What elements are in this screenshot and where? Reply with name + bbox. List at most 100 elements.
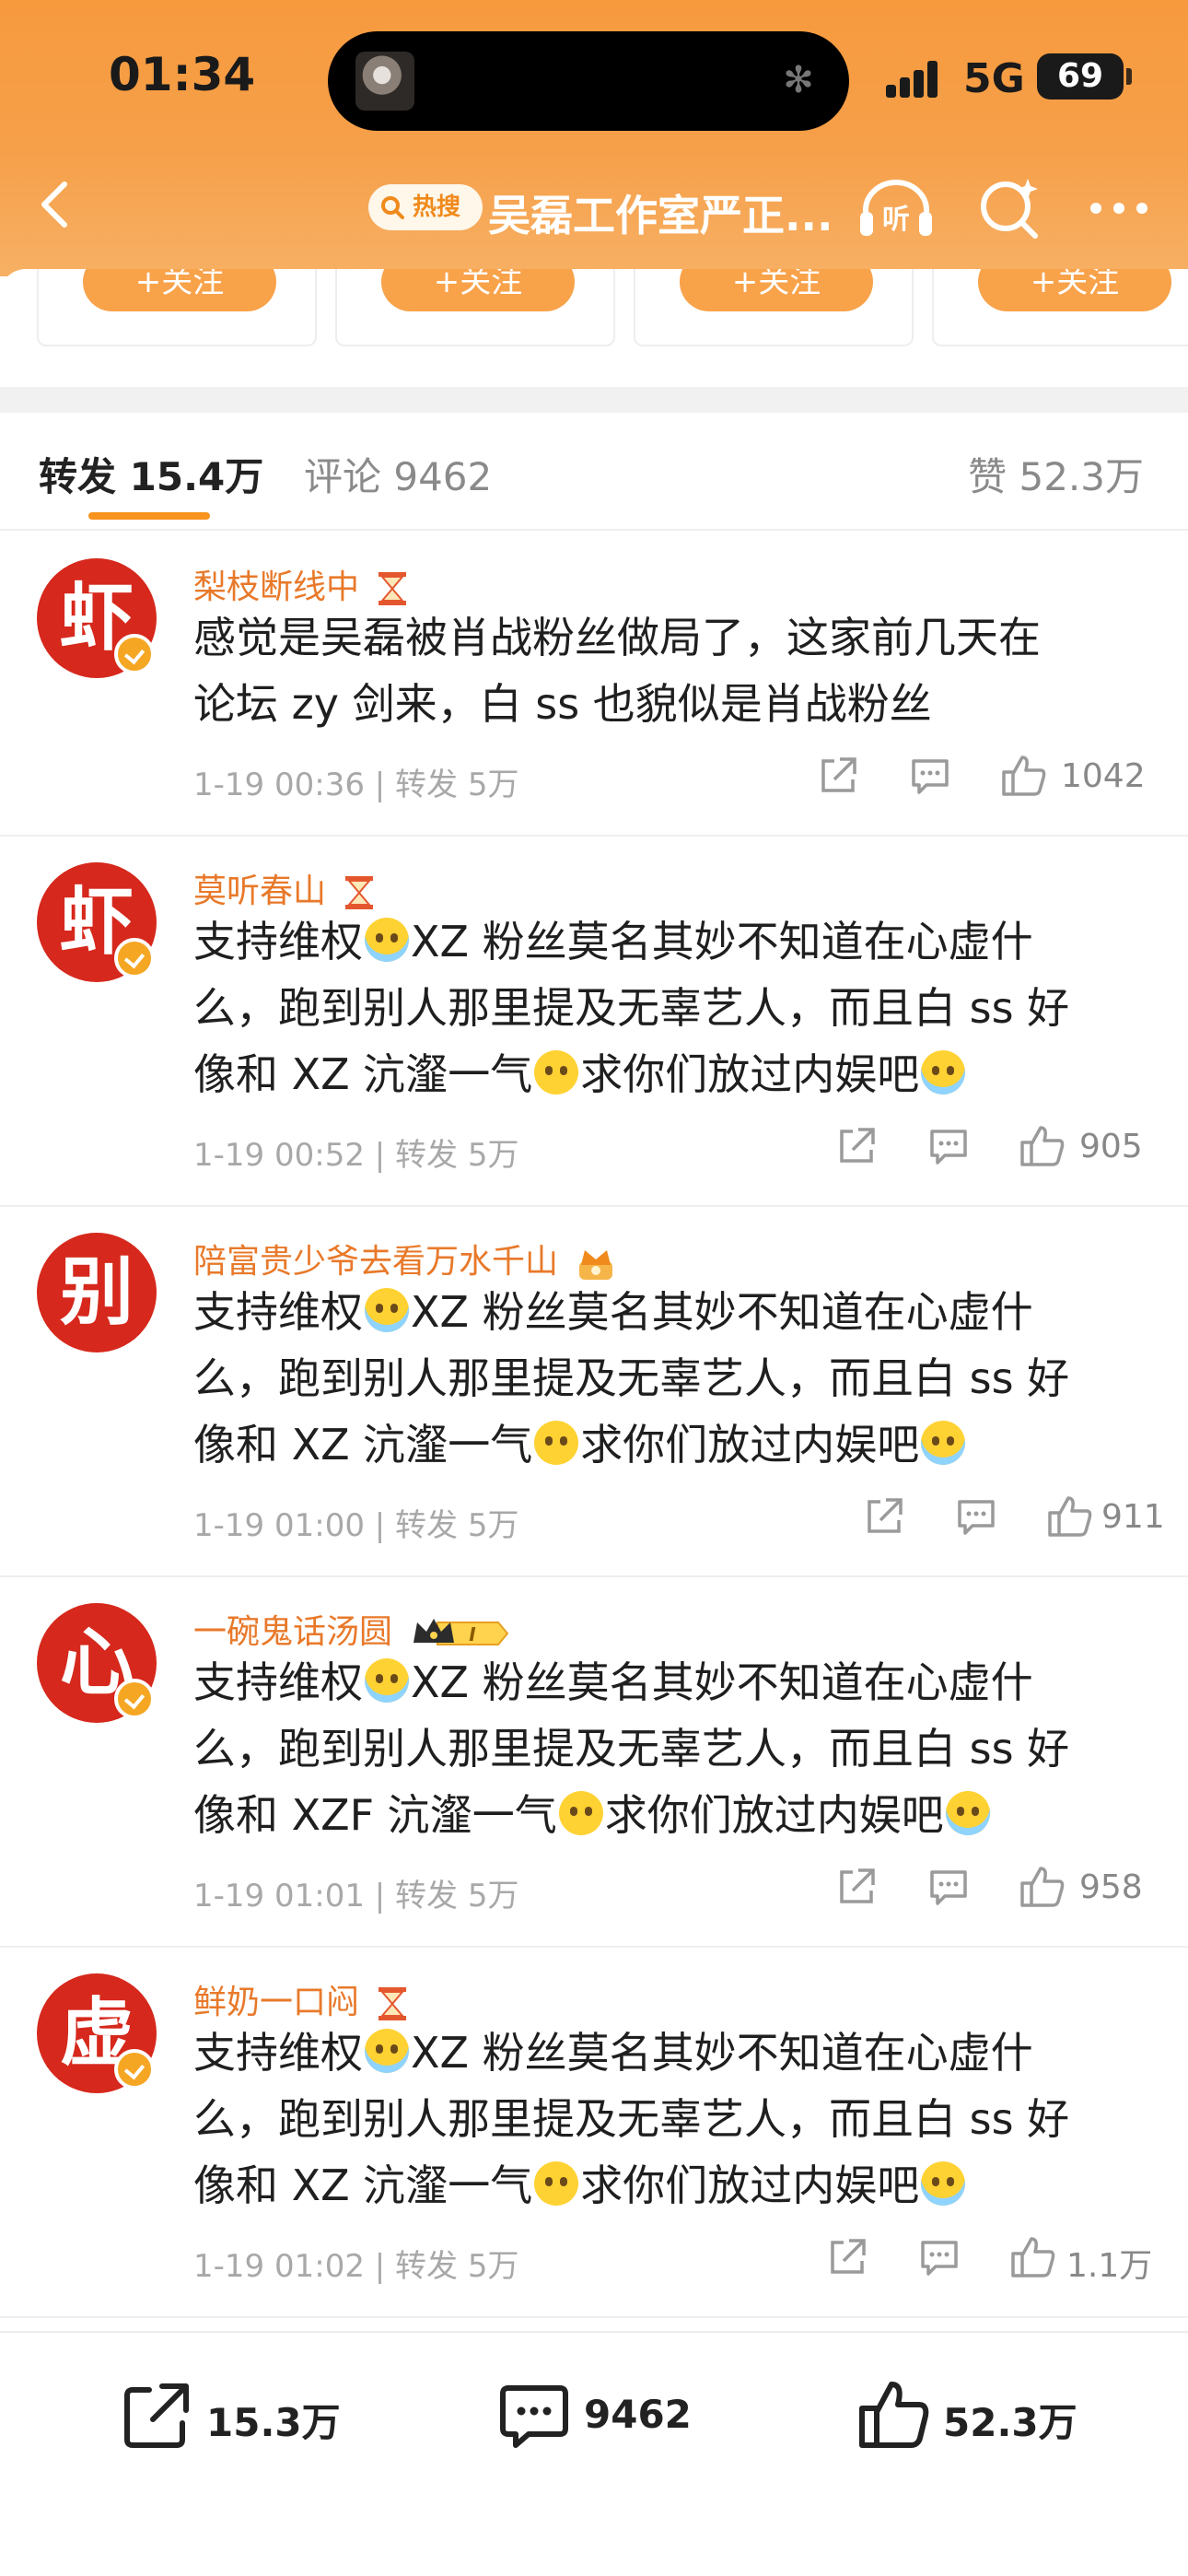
list-item[interactable]: 虚 鲜奶一口闷 支持维权 XZ 粉丝莫名其妙不知道在心虚什 么，跑到别人那里提及无… [0,1948,1188,2318]
hot-search-label: 热搜 [413,193,461,221]
text-line: 像和 XZF 沆瀣一气 求你们放过内娱吧 [193,1782,1151,1848]
text-line: 支持维权 XZ 粉丝莫名其妙不知道在心虚什 [193,917,1033,966]
text-line: 像和 XZ 沆瀣一气 求你们放过内娱吧 [193,1411,1151,1478]
username[interactable]: 一碗鬼话汤圆 I [193,1605,511,1653]
follow-button[interactable]: +关注 [83,269,276,311]
follow-button[interactable]: +关注 [978,269,1171,311]
follow-button[interactable]: +关注 [680,269,873,311]
action-row: 1042 [816,754,1147,805]
list-item[interactable]: 虾 梨枝断线中 感觉是吴磊被肖战粉丝做局了，这家前几天在 论坛 zy 剑来，白 … [0,533,1188,837]
now-playing-thumbnail [355,52,414,111]
tab-comments[interactable]: 评论 9462 [304,446,492,502]
share-icon[interactable] [862,1494,906,1539]
repost-count: 转发 5万 [395,1507,519,1544]
recommended-user-card[interactable]: +关注 [37,269,317,346]
thumbs-up-icon[interactable] [1046,1494,1094,1539]
like-count: 958 [1079,1868,1143,1906]
comment-icon[interactable] [917,2235,961,2279]
search-icon [381,196,404,219]
back-icon[interactable] [29,177,85,232]
repost-text: 支持维权 XZ 粉丝莫名其妙不知道在心虚什 么，跑到别人那里提及无辜艺人，而且白 … [193,908,1151,1107]
text-line: 支持维权 XZ 粉丝莫名其妙不知道在心虚什 [193,1287,1033,1337]
repost-time: 1-19 01:00 [193,1507,365,1544]
username[interactable]: 梨枝断线中 [193,560,408,608]
repost-meta: 1-19 01:00 | 转发 5万 [193,1507,519,1544]
svg-text:I: I [470,1623,477,1645]
recommended-user-card[interactable]: +关注 [335,269,615,346]
text-line: 感觉是吴磊被肖战粉丝做局了，这家前几天在 [193,613,1041,662]
text-line: 支持维权 XZ 粉丝莫名其妙不知道在心虚什 [193,1657,1033,1707]
shocked-emoji-icon [534,1421,579,1465]
verified-badge-icon [114,2049,155,2090]
share-icon[interactable] [834,1865,879,1909]
hot-search-badge[interactable]: 热搜 [368,184,483,230]
repost-meta: 1-19 00:36 | 转发 5万 [193,767,519,803]
crying-emoji-icon [365,918,409,962]
repost-time: 1-19 01:01 [193,1878,365,1914]
text-line: 论坛 zy 剑来，白 ss 也貌似是肖战粉丝 [193,679,932,729]
recommended-users-row: +关注 +关注 +关注 +关注 [0,269,1188,348]
like-count: 1042 [1061,757,1146,795]
crying-emoji-icon [921,1050,966,1095]
text-line: 么，跑到别人那里提及无辜艺人，而且白 ss 好 [193,1724,1070,1774]
ai-search-icon[interactable] [976,175,1042,241]
list-item[interactable]: 虾 莫听春山 支持维权 XZ 粉丝莫名其妙不知道在心虚什 么，跑到别人那里提及无辜… [0,837,1188,1207]
list-item[interactable]: 心 一碗鬼话汤圆 I 支持维权 XZ 粉丝莫名其妙不知道在心虚什 么，跑到别人那里… [0,1577,1188,1948]
comment-icon [500,2385,568,2448]
repost-text: 支持维权 XZ 粉丝莫名其妙不知道在心虚什 么，跑到别人那里提及无辜艺人，而且白 … [193,1279,1151,1478]
crying-emoji-icon [365,2029,409,2073]
repost-list: 虾 梨枝断线中 感觉是吴磊被肖战粉丝做局了，这家前几天在 论坛 zy 剑来，白 … [0,533,1188,2318]
follow-button[interactable]: +关注 [381,269,575,311]
comment-icon[interactable] [908,754,952,798]
repost-time: 1-19 00:36 [193,767,365,803]
crying-emoji-icon [945,1791,990,1835]
tab-reposts[interactable]: 转发 15.4万 [39,446,263,502]
like-button[interactable]: 52.3万 [856,2379,1096,2453]
verified-badge-icon [114,1679,155,1719]
header: 01:34 ✻ 5G 69 热搜 吴磊工作室严正... 听 [0,0,1188,276]
like-count: 1.1万 [1066,2247,1153,2285]
recommended-user-card[interactable]: +关注 [634,269,914,346]
repost-time: 1-19 01:02 [193,2248,365,2285]
headphones-icon[interactable]: 听 [856,175,936,241]
comment-icon[interactable] [926,1124,971,1168]
username-text: 陪富贵少爷去看万水千山 [193,1243,559,1281]
thumbs-up-icon[interactable] [1019,1865,1066,1909]
crying-emoji-icon [921,2161,966,2206]
username[interactable]: 陪富贵少爷去看万水千山 [193,1235,616,1282]
like-total: 52.3万 [943,2400,1077,2445]
tab-likes[interactable]: 赞 52.3万 [968,446,1144,502]
thumbs-up-icon[interactable] [1000,754,1048,798]
text-line: 像和 XZ 沆瀣一气 求你们放过内娱吧 [193,2152,1151,2219]
share-icon[interactable] [816,754,860,798]
avatar[interactable]: 别 [37,1233,157,1352]
repost-meta: 1-19 01:01 | 转发 5万 [193,1878,519,1914]
comment-icon[interactable] [926,1865,971,1909]
status-bar: 01:34 ✻ 5G 69 [0,0,1188,157]
comment-icon[interactable] [954,1494,998,1539]
thumbs-up-icon[interactable] [1009,2235,1057,2279]
repost-button[interactable]: 15.3万 [120,2379,359,2453]
more-icon[interactable] [1087,199,1151,217]
thumbs-up-icon [859,2382,929,2448]
comment-button[interactable]: 9462 [497,2379,718,2453]
recommended-user-card[interactable]: +关注 [932,269,1188,346]
hourglass-icon [379,572,407,605]
action-row: 905 [834,1124,1147,1176]
action-row: 1.1万 [825,2235,1152,2287]
network-type: 5G [963,55,1025,102]
list-item[interactable]: 别 陪富贵少爷去看万水千山 支持维权 XZ 粉丝莫名其妙不知道在心虚什 么，跑到别… [0,1207,1188,1577]
repost-meta: 1-19 01:02 | 转发 5万 [193,2248,519,2285]
repost-meta: 1-19 00:52 | 转发 5万 [193,1137,519,1174]
username[interactable]: 鲜奶一口闷 [193,1975,408,2023]
repost-time: 1-19 00:52 [193,1137,365,1174]
comment-total: 9462 [584,2392,692,2437]
username[interactable]: 莫听春山 [193,864,375,912]
like-count: 905 [1079,1128,1143,1165]
share-icon[interactable] [834,1124,879,1168]
share-icon[interactable] [825,2235,869,2279]
username-text: 莫听春山 [193,872,327,910]
battery-icon: 69 [1037,53,1132,100]
dynamic-island[interactable]: ✻ [328,31,849,131]
thumbs-up-icon[interactable] [1019,1124,1066,1168]
